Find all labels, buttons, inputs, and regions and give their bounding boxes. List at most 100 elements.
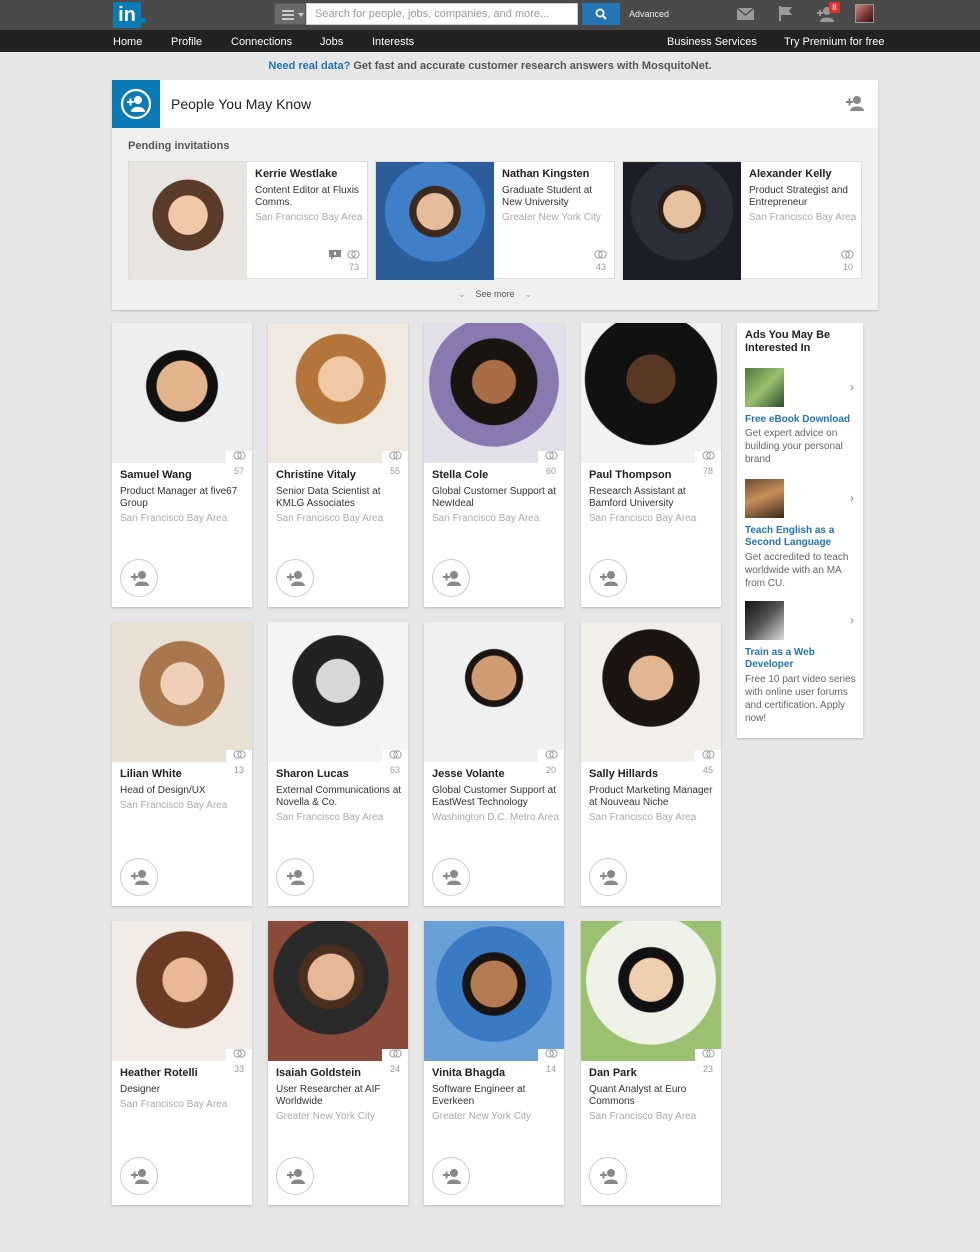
ad-headline[interactable]: Free eBook Download xyxy=(745,414,857,426)
person-card[interactable]: 23 Dan Park Quant Analyst at Euro Commons S… xyxy=(581,921,721,1205)
chevron-right-icon[interactable]: › xyxy=(850,491,854,505)
messages-icon[interactable] xyxy=(737,8,754,20)
people-you-may-know-panel: People You May Know Pending invitations … xyxy=(112,80,878,310)
search-input[interactable] xyxy=(306,3,578,25)
person-name[interactable]: Dan Park xyxy=(589,1067,637,1079)
person-location: San Francisco Bay Area xyxy=(749,212,857,223)
ad-item[interactable]: › Free eBook Download Get expert advice … xyxy=(745,368,861,478)
person-name[interactable]: Stella Cole xyxy=(432,469,488,481)
profile-photo[interactable] xyxy=(424,921,564,1061)
profile-photo[interactable] xyxy=(112,622,252,762)
ad-item[interactable]: › Teach English as a Second Language Get… xyxy=(745,479,861,599)
profile-photo[interactable] xyxy=(129,162,247,280)
person-name[interactable]: Isaiah Goldstein xyxy=(276,1067,361,1079)
profile-photo[interactable] xyxy=(268,921,408,1061)
person-title: Product Marketing Manager at Nouveau Nic… xyxy=(589,785,713,808)
ad-headline[interactable]: Train as a Web Developer xyxy=(745,647,857,671)
profile-photo[interactable] xyxy=(112,921,252,1061)
profile-photo[interactable] xyxy=(268,323,408,463)
person-card[interactable]: 57 Samuel Wang Product Manager at five67 G… xyxy=(112,323,252,607)
connect-button[interactable] xyxy=(589,858,627,896)
invitation-card[interactable]: Nathan Kingsten Graduate Student at New U… xyxy=(375,161,615,280)
connections-icon xyxy=(594,250,607,259)
message-icon[interactable] xyxy=(329,250,341,260)
nav-connections[interactable]: Connections xyxy=(231,36,292,48)
person-name[interactable]: Kerrie Westlake xyxy=(255,168,337,180)
connect-button[interactable] xyxy=(276,1157,314,1195)
person-card[interactable]: 14 Vinita Bhagda Software Engineer at Ever… xyxy=(424,921,564,1205)
person-card[interactable]: 13 Lilian White Head of Design/UX San Franc… xyxy=(112,622,252,906)
shared-connections-count: 13 xyxy=(233,765,244,775)
connect-button[interactable] xyxy=(432,559,470,597)
nav-jobs[interactable]: Jobs xyxy=(320,36,343,48)
profile-photo[interactable] xyxy=(623,162,741,280)
add-connection-icon[interactable] xyxy=(846,95,864,111)
search-button[interactable] xyxy=(582,3,620,25)
chevron-right-icon[interactable]: › xyxy=(850,380,854,394)
ad-thumbnail xyxy=(745,368,784,407)
person-title: User Researcher at AIF Worldwide xyxy=(276,1084,381,1107)
ad-headline[interactable]: Teach English as a Second Language xyxy=(745,525,857,549)
person-card[interactable]: 55 Christine Vitaly Senior Data Scientist … xyxy=(268,323,408,607)
ad-item[interactable]: › Train as a Web Developer Free 10 part … xyxy=(745,601,861,731)
see-more-button[interactable]: ⌄ See more ⌄ xyxy=(112,289,878,300)
person-card[interactable]: 45 Sally Hillards Product Marketing Manage… xyxy=(581,622,721,906)
nav-interests[interactable]: Interests xyxy=(372,36,414,48)
person-name[interactable]: Christine Vitaly xyxy=(276,469,356,481)
profile-photo[interactable] xyxy=(112,323,252,463)
person-card[interactable]: 33 Heather Rotelli Designer San Francisco B… xyxy=(112,921,252,1205)
shared-connections: 13 xyxy=(226,750,252,775)
shared-connections-count: 20 xyxy=(545,765,556,775)
connect-button[interactable] xyxy=(276,559,314,597)
flag-icon[interactable] xyxy=(779,6,793,21)
user-avatar[interactable] xyxy=(855,4,874,23)
promo-link[interactable]: Need real data? xyxy=(268,60,350,72)
profile-photo[interactable] xyxy=(268,622,408,762)
person-card[interactable]: 20 Jesse Volante Global Customer Support a… xyxy=(424,622,564,906)
person-name[interactable]: Jesse Volante xyxy=(432,768,505,780)
profile-photo[interactable] xyxy=(581,323,721,463)
profile-photo[interactable] xyxy=(376,162,494,280)
person-card[interactable]: 24 Isaiah Goldstein User Researcher at AIF… xyxy=(268,921,408,1205)
profile-photo[interactable] xyxy=(581,921,721,1061)
person-name[interactable]: Samuel Wang xyxy=(120,469,192,481)
person-card[interactable]: 60 Stella Cole Global Customer Support at … xyxy=(424,323,564,607)
person-name[interactable]: Sharon Lucas xyxy=(276,768,349,780)
pymk-badge xyxy=(112,80,160,128)
advanced-search-link[interactable]: Advanced xyxy=(629,9,669,19)
person-name[interactable]: Lilian White xyxy=(120,768,182,780)
connect-button[interactable] xyxy=(120,559,158,597)
person-name[interactable]: Paul Thompson xyxy=(589,469,672,481)
connect-button[interactable] xyxy=(589,559,627,597)
person-name[interactable]: Vinita Bhagda xyxy=(432,1067,505,1079)
invitation-card[interactable]: Alexander Kelly Product Strategist and En… xyxy=(622,161,862,280)
chevron-down-icon: ⌄ xyxy=(457,289,466,299)
connect-button[interactable] xyxy=(120,858,158,896)
person-name[interactable]: Alexander Kelly xyxy=(749,168,832,180)
profile-photo[interactable] xyxy=(424,622,564,762)
nav-home[interactable]: Home xyxy=(113,36,142,48)
person-name[interactable]: Nathan Kingsten xyxy=(502,168,589,180)
connect-button[interactable] xyxy=(276,858,314,896)
linkedin-logo[interactable]: in xyxy=(113,2,141,28)
connect-button[interactable] xyxy=(432,858,470,896)
person-card[interactable]: 63 Sharon Lucas External Communications at… xyxy=(268,622,408,906)
nav-business-services[interactable]: Business Services xyxy=(667,36,757,48)
person-name[interactable]: Heather Rotelli xyxy=(120,1067,198,1079)
connect-button[interactable] xyxy=(432,1157,470,1195)
person-name[interactable]: Sally Hillards xyxy=(589,768,658,780)
profile-photo[interactable] xyxy=(581,622,721,762)
profile-photo[interactable] xyxy=(424,323,564,463)
connect-button[interactable] xyxy=(589,1157,627,1195)
shared-connections-count: 24 xyxy=(389,1064,400,1074)
logo-mark xyxy=(141,18,146,23)
person-location: Washington D.C. Metro Area xyxy=(432,812,559,823)
search-category-dropdown[interactable] xyxy=(274,3,306,25)
nav-profile[interactable]: Profile xyxy=(171,36,202,48)
connect-button[interactable] xyxy=(120,1157,158,1195)
shared-connections: 23 xyxy=(695,1049,721,1074)
nav-try-premium[interactable]: Try Premium for free xyxy=(784,36,884,48)
chevron-right-icon[interactable]: › xyxy=(850,613,854,627)
invitation-card[interactable]: Kerrie Westlake Content Editor at Fluxis … xyxy=(128,161,368,280)
person-card[interactable]: 78 Paul Thompson Research Assistant at Bam… xyxy=(581,323,721,607)
